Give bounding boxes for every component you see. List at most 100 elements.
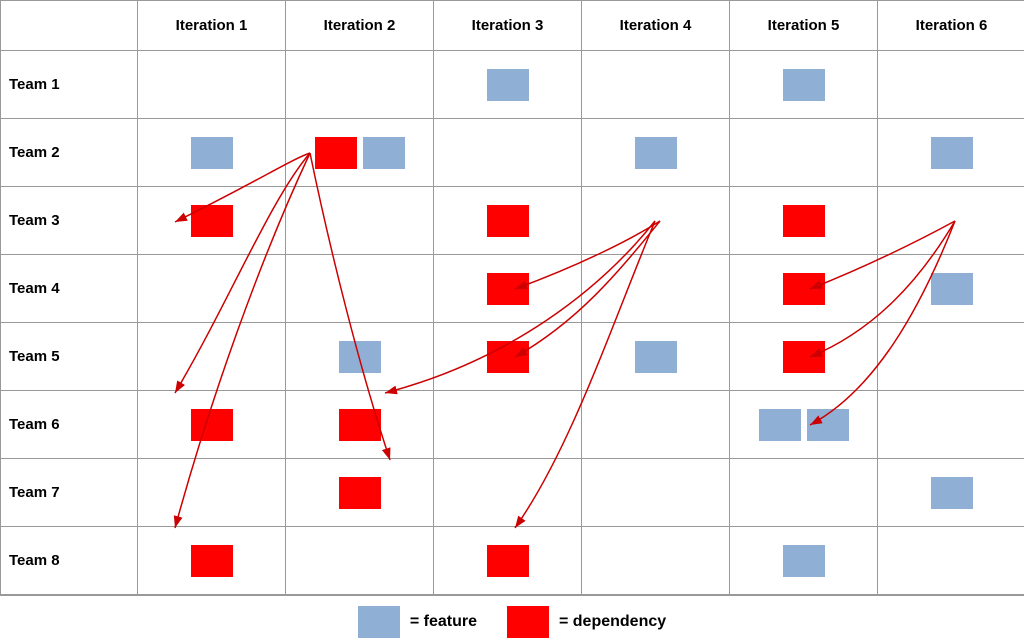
header-iter4: Iteration 4: [582, 1, 730, 51]
header-iter3: Iteration 3: [434, 1, 582, 51]
team8-iter3-dep: [487, 545, 529, 577]
team7-row: Team 7: [1, 459, 1024, 527]
iteration-table: Iteration 1 Iteration 2 Iteration 3 Iter…: [0, 0, 1024, 595]
team6-iter3: [434, 391, 582, 459]
team1-iter6: [878, 51, 1024, 119]
team6-iter5-feature1: [759, 409, 801, 441]
team5-row: Team 5: [1, 323, 1024, 391]
team2-iter3: [434, 119, 582, 187]
team7-iter6-feature: [931, 477, 973, 509]
team6-label: Team 6: [1, 391, 138, 459]
team8-iter4: [582, 527, 730, 595]
team1-label: Team 1: [1, 51, 138, 119]
team5-iter3: [434, 323, 582, 391]
team3-iter5-dep: [783, 205, 825, 237]
team1-iter1: [138, 51, 286, 119]
team4-iter4: [582, 255, 730, 323]
team2-iter5: [730, 119, 878, 187]
team4-iter6: [878, 255, 1024, 323]
legend-dependency-label: = dependency: [559, 613, 666, 631]
team5-iter2-feature: [339, 341, 381, 373]
header-iter1: Iteration 1: [138, 1, 286, 51]
team5-iter5: [730, 323, 878, 391]
team7-iter2: [286, 459, 434, 527]
header-iter2: Iteration 2: [286, 1, 434, 51]
team5-label: Team 5: [1, 323, 138, 391]
team2-iter6-feature: [931, 137, 973, 169]
team4-iter2: [286, 255, 434, 323]
team7-iter1: [138, 459, 286, 527]
team8-row: Team 8: [1, 527, 1024, 595]
team1-row: Team 1: [1, 51, 1024, 119]
legend: = feature = dependency: [0, 595, 1024, 644]
team2-label: Team 2: [1, 119, 138, 187]
legend-dependency-box: [507, 606, 549, 638]
main-container: Iteration 1 Iteration 2 Iteration 3 Iter…: [0, 0, 1024, 626]
team1-iter5-feature: [783, 69, 825, 101]
legend-feature-box: [358, 606, 400, 638]
team4-row: Team 4: [1, 255, 1024, 323]
legend-feature-label: = feature: [410, 613, 477, 631]
team3-iter3: [434, 187, 582, 255]
header-iter5: Iteration 5: [730, 1, 878, 51]
legend-dependency-item: = dependency: [507, 606, 666, 638]
team1-iter3-feature: [487, 69, 529, 101]
team2-iter6: [878, 119, 1024, 187]
team8-iter1: [138, 527, 286, 595]
team5-iter4-feature: [635, 341, 677, 373]
team7-label: Team 7: [1, 459, 138, 527]
team5-iter3-dep: [487, 341, 529, 373]
team5-iter4: [582, 323, 730, 391]
team7-iter3: [434, 459, 582, 527]
team6-iter2: [286, 391, 434, 459]
team2-iter2: [286, 119, 434, 187]
team7-iter4: [582, 459, 730, 527]
team6-iter2-dep: [339, 409, 381, 441]
team3-iter1: [138, 187, 286, 255]
team3-iter1-dep: [191, 205, 233, 237]
team4-iter5-dep: [783, 273, 825, 305]
team8-label: Team 8: [1, 527, 138, 595]
team6-iter6: [878, 391, 1024, 459]
team3-iter5: [730, 187, 878, 255]
team3-row: Team 3: [1, 187, 1024, 255]
team8-iter6: [878, 527, 1024, 595]
team1-iter5: [730, 51, 878, 119]
team4-iter3: [434, 255, 582, 323]
team6-iter5: [730, 391, 878, 459]
team6-iter1-dep: [191, 409, 233, 441]
team8-iter3: [434, 527, 582, 595]
legend-feature-item: = feature: [358, 606, 477, 638]
team6-row: Team 6: [1, 391, 1024, 459]
header-iter6: Iteration 6: [878, 1, 1024, 51]
team7-iter5: [730, 459, 878, 527]
team6-iter5-feature2: [807, 409, 849, 441]
team3-iter6: [878, 187, 1024, 255]
team6-iter1: [138, 391, 286, 459]
team4-iter1: [138, 255, 286, 323]
team3-label: Team 3: [1, 187, 138, 255]
team7-iter2-dep: [339, 477, 381, 509]
team3-iter4: [582, 187, 730, 255]
team1-iter2: [286, 51, 434, 119]
team6-iter4: [582, 391, 730, 459]
team8-iter1-dep: [191, 545, 233, 577]
team3-iter2: [286, 187, 434, 255]
team7-iter6: [878, 459, 1024, 527]
team2-row: Team 2: [1, 119, 1024, 187]
team4-label: Team 4: [1, 255, 138, 323]
team2-iter2-dep: [315, 137, 357, 169]
team5-iter1: [138, 323, 286, 391]
team5-iter5-dep: [783, 341, 825, 373]
team8-iter5-feature: [783, 545, 825, 577]
team3-iter3-dep: [487, 205, 529, 237]
team2-iter2-feature: [363, 137, 405, 169]
team2-iter4: [582, 119, 730, 187]
team4-iter3-dep: [487, 273, 529, 305]
team5-iter6: [878, 323, 1024, 391]
team8-iter5: [730, 527, 878, 595]
grid-wrapper: Iteration 1 Iteration 2 Iteration 3 Iter…: [0, 0, 1024, 595]
header-team-col: [1, 1, 138, 51]
team5-iter2: [286, 323, 434, 391]
team2-iter4-feature: [635, 137, 677, 169]
